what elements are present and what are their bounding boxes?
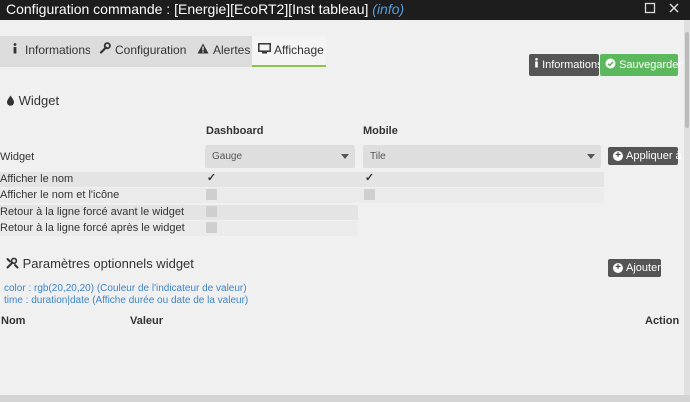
hint-color: color : rgb(20,20,20) (Couleur de l'indi… [4, 283, 247, 294]
dashboard-widget-select[interactable]: Gauge [205, 145, 355, 168]
params-section-label: Paramètres optionnels widget [22, 256, 194, 271]
tab-informations-label: Informations [25, 43, 92, 57]
dialog-titlebar: Configuration commande : [Energie][EcoRT… [0, 0, 690, 20]
dashboard-widget-value: Gauge [212, 151, 243, 162]
mobile-nom-icone-checkbox[interactable] [364, 189, 375, 200]
tab-alertes-label: Alertes [213, 43, 251, 57]
dashboard-afficher-nom-checkbox[interactable]: ✓ [206, 173, 217, 184]
plus-icon: + [613, 263, 623, 274]
check-circle-icon [605, 58, 619, 71]
apply-to-button[interactable]: + Appliquer à [608, 147, 682, 165]
dialog-title-info: (info) [372, 1, 405, 17]
row-nom-icone-label: Afficher le nom et l'icône [0, 189, 120, 201]
tab-configuration-label: Configuration [115, 43, 187, 57]
dialog-title-text: Configuration commande : [Energie][EcoRT… [6, 1, 369, 17]
mobile-widget-select[interactable]: Tile [363, 145, 601, 168]
tab-informations[interactable]: Informations [0, 36, 92, 67]
dialog-title: Configuration commande : [Energie][EcoRT… [6, 1, 404, 17]
chevron-down-icon [587, 154, 595, 159]
scrollbar-thumb[interactable] [685, 32, 689, 128]
chevron-down-icon [341, 154, 349, 159]
row-retour-avant-label: Retour à la ligne forcé avant le widget [0, 206, 185, 218]
informations-button-label: Informations [542, 59, 603, 71]
tab-configuration[interactable]: Configuration [90, 36, 190, 67]
vertical-scrollbar[interactable] [684, 20, 690, 395]
apply-to-label: Appliquer à [626, 150, 682, 162]
minimize-icon[interactable] [642, 1, 658, 17]
info-icon [8, 37, 22, 66]
column-header-action: Action [645, 315, 680, 327]
row-afficher-nom-bg [0, 172, 604, 187]
dashboard-nom-icone-checkbox[interactable] [206, 189, 217, 200]
warning-icon [196, 37, 210, 66]
widget-row-label: Widget [0, 151, 35, 163]
save-button-label: Sauvegarder [619, 59, 683, 71]
monitor-icon [257, 37, 271, 66]
col-mobile: Mobile [363, 125, 398, 137]
close-icon[interactable] [666, 1, 682, 17]
widget-section-label: Widget [18, 93, 60, 108]
widget-section-title: Widget [6, 93, 59, 108]
hint-time: time : duration|date (Affiche durée ou d… [4, 295, 249, 306]
column-header-nom: Nom [1, 315, 26, 327]
column-header-valeur: Valeur [130, 315, 164, 327]
drop-icon [6, 93, 19, 108]
informations-button[interactable]: Informations [529, 54, 603, 76]
page-backdrop [0, 395, 690, 402]
row-afficher-nom-label: Afficher le nom [0, 173, 74, 185]
col-dashboard: Dashboard [206, 125, 264, 137]
mobile-afficher-nom-checkbox[interactable]: ✓ [364, 173, 375, 184]
row-retour-apres-label: Retour à la ligne forcé après le widget [0, 222, 185, 234]
params-section-title: Paramètres optionnels widget [6, 256, 194, 271]
dashboard-retour-apres-checkbox[interactable] [206, 222, 217, 233]
info-icon [534, 58, 542, 71]
tab-affichage[interactable]: Affichage [252, 36, 326, 67]
mobile-widget-value: Tile [370, 151, 386, 162]
tab-alertes[interactable]: Alertes [190, 36, 252, 67]
dialog-body: Informations Configuration Alertes Affic… [0, 20, 690, 395]
tools-icon [6, 256, 23, 271]
add-param-button[interactable]: + Ajouter [608, 259, 661, 277]
dashboard-retour-avant-checkbox[interactable] [206, 206, 217, 217]
add-param-label: Ajouter [626, 262, 661, 274]
save-button[interactable]: Sauvegarder [600, 54, 682, 76]
tab-affichage-label: Affichage [274, 43, 324, 57]
wrench-icon [98, 37, 112, 66]
plus-icon: + [613, 151, 623, 162]
